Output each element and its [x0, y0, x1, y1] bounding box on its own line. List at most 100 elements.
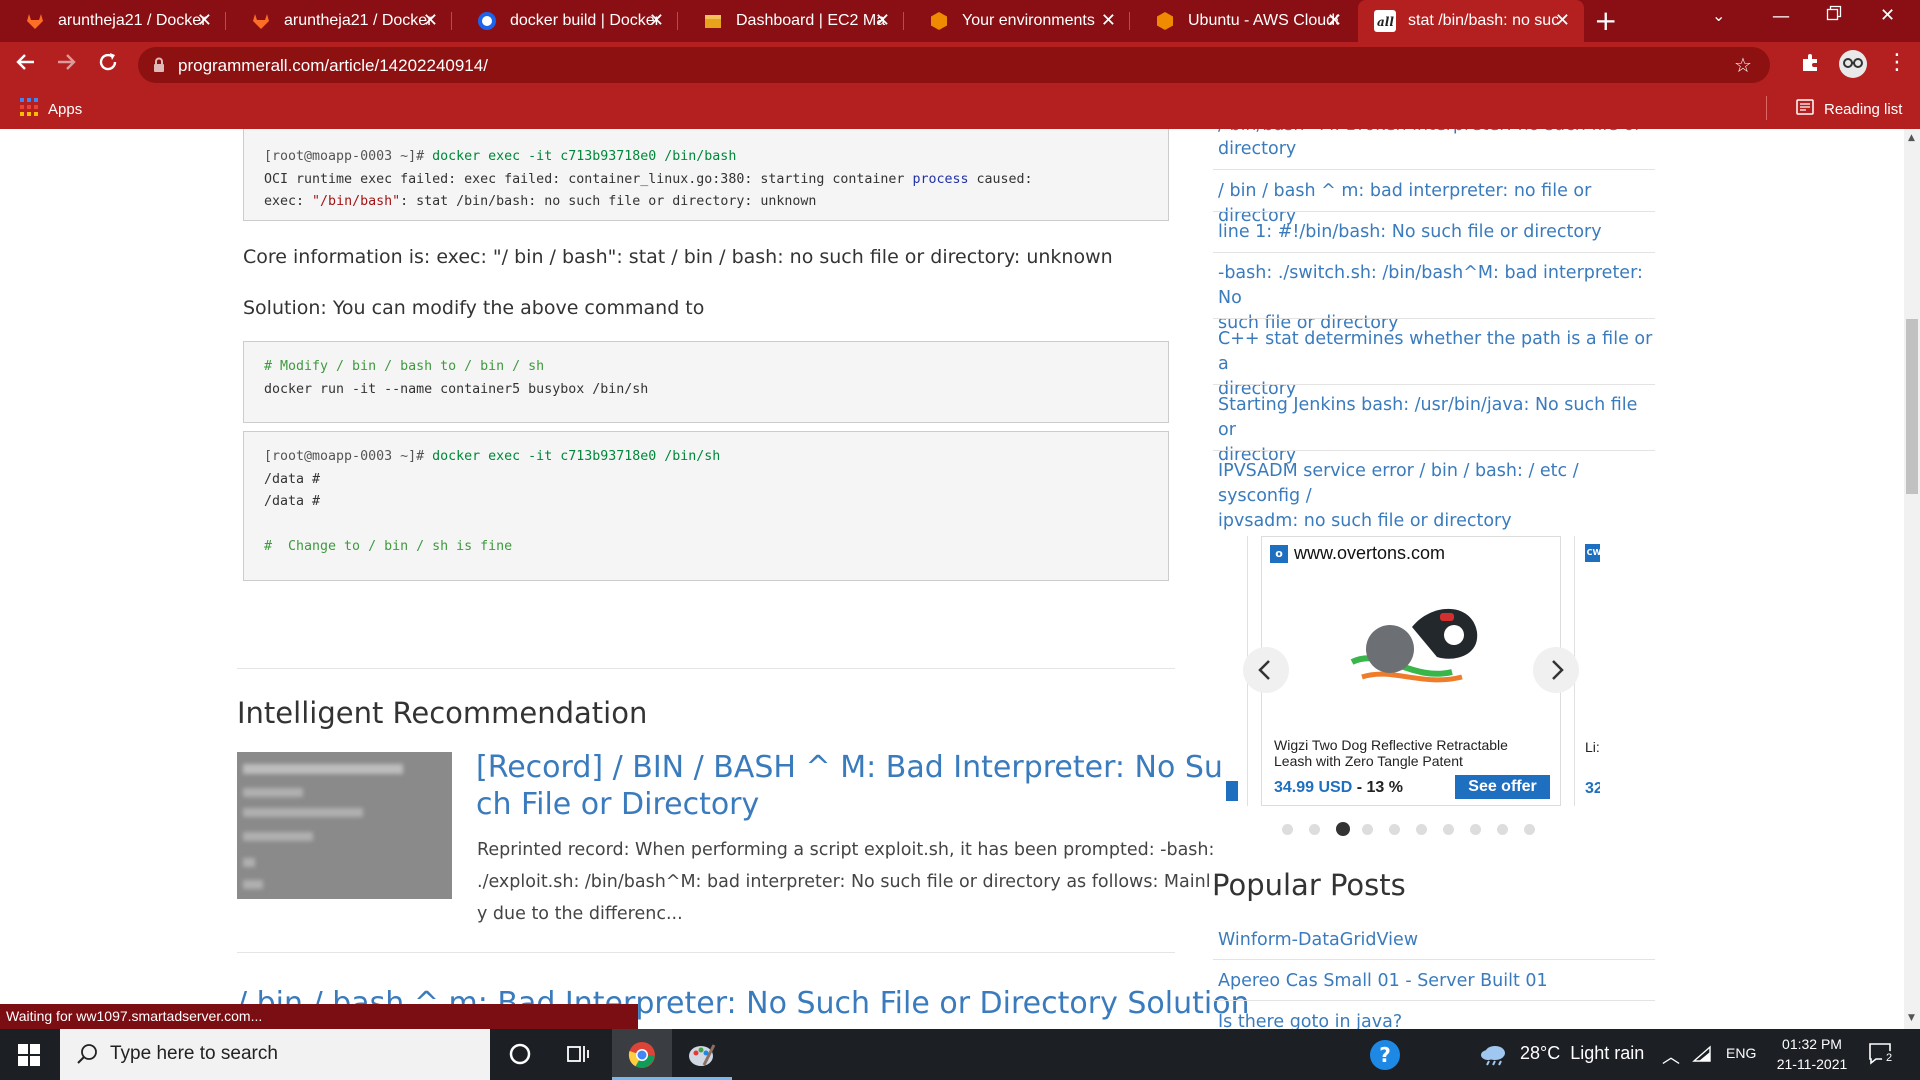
restore-button[interactable]	[1826, 5, 1842, 26]
carousel-dot[interactable]	[1389, 823, 1400, 835]
menu-kebab-icon[interactable]: ⋮	[1886, 50, 1908, 75]
notification-center-icon[interactable]: 2	[1868, 1042, 1896, 1070]
tray-chevron-up-icon[interactable]: ︿	[1662, 1043, 1680, 1069]
bookmark-star-icon[interactable]: ☆	[1734, 53, 1752, 77]
carousel-dot[interactable]	[1443, 823, 1454, 835]
tab-gitlab-2[interactable]: aruntheja21 / Docker ✕	[226, 0, 452, 42]
carousel-next-button[interactable]	[1533, 647, 1579, 693]
weather-text[interactable]: 28°C Light rain	[1520, 1043, 1644, 1064]
wifi-icon[interactable]	[1692, 1045, 1712, 1067]
close-tab-icon[interactable]: ✕	[1327, 11, 1342, 31]
section-divider	[237, 668, 1175, 669]
tab-title: stat /bin/bash: no suc	[1408, 12, 1558, 29]
tab-gitlab-1[interactable]: aruntheja21 / Docker ✕	[0, 0, 226, 42]
cortana-circle-icon[interactable]	[508, 1042, 532, 1070]
scroll-up-arrow-icon[interactable]: ▲	[1908, 133, 1915, 143]
sidebar-link[interactable]: -bash: ./switch.sh: /bin/bash^M: bad int…	[1218, 261, 1658, 336]
taskbar-search-box[interactable]: Type here to search	[60, 1029, 490, 1080]
tab-docker-docs[interactable]: docker build | Docker ✕	[452, 0, 678, 42]
tab-cloud9-environments[interactable]: Your environments ✕	[904, 0, 1130, 42]
tab-ec2-dashboard[interactable]: Dashboard | EC2 Man ✕	[678, 0, 904, 42]
reload-icon[interactable]	[96, 50, 120, 80]
tab-search-chevron-icon[interactable]: ⌄	[1712, 6, 1725, 25]
chevron-left-icon	[1258, 660, 1270, 680]
sidebar-link[interactable]: IPVSADM service error / bin / bash: / et…	[1218, 459, 1658, 534]
windows-start-icon[interactable]	[18, 1044, 40, 1070]
recommendation-description: Reprinted record: When performing a scri…	[477, 834, 1214, 930]
sidebar-link[interactable]: line 1: #!/bin/bash: No such file or dir…	[1218, 220, 1658, 245]
chevron-right-icon	[1552, 660, 1564, 680]
page-scrollbar[interactable]: ▲ ▼	[1904, 129, 1920, 1029]
lock-icon[interactable]	[152, 57, 166, 77]
carousel-dot[interactable]	[1524, 823, 1535, 835]
description-line: y due to the differenc...	[477, 904, 683, 924]
profile-avatar[interactable]	[1838, 49, 1868, 85]
carousel-dot[interactable]	[1309, 823, 1320, 835]
tab-programmerall-active[interactable]: all stat /bin/bash: no suc ✕	[1358, 0, 1584, 42]
clock[interactable]: 01:32 PM 21-11-2021	[1772, 1034, 1852, 1074]
back-arrow-icon[interactable]	[14, 50, 38, 80]
sidebar-link[interactable]: directory	[1218, 137, 1658, 162]
close-tab-icon[interactable]: ✕	[423, 11, 438, 31]
close-tab-icon[interactable]: ✕	[197, 11, 212, 31]
close-tab-icon[interactable]: ✕	[649, 11, 664, 31]
code-command: docker exec -it c713b93718e0 /bin/sh	[424, 449, 721, 464]
ad-card[interactable]: o www.overtons.com Wigzi Two Dog Reflect…	[1261, 536, 1561, 806]
ad-peek-badge	[1226, 781, 1238, 801]
ad-next-text: Li:	[1585, 739, 1600, 755]
leash-product-image[interactable]	[1342, 587, 1492, 701]
language-indicator[interactable]: ENG	[1726, 1045, 1756, 1061]
code-text: OCI runtime exec failed: exec failed: co…	[264, 171, 913, 187]
task-view-icon[interactable]	[566, 1042, 590, 1070]
recommendation-title-link[interactable]: [Record] / BIN / BASH ^ M: Bad Interpret…	[476, 749, 1223, 823]
tab-title: Dashboard | EC2 Man	[736, 12, 886, 29]
taskbar-paint-button[interactable]	[672, 1029, 732, 1080]
code-text: exec:	[264, 194, 313, 209]
carousel-dot[interactable]	[1336, 822, 1350, 836]
recommendation-title-line: ch File or Directory	[476, 787, 760, 822]
overtons-logo-icon: o	[1270, 544, 1288, 563]
minimize-button[interactable]: —	[1772, 6, 1790, 27]
carousel-dot[interactable]	[1497, 823, 1508, 835]
popular-post-link[interactable]: Apereo Cas Small 01 - Server Built 01	[1218, 969, 1658, 994]
reading-list-button[interactable]: Reading list	[1796, 99, 1902, 119]
code-keyword: process	[912, 171, 969, 187]
code-prompt: [root@moapp-0003 ~]#	[264, 449, 425, 464]
sidebar-divider	[1213, 450, 1655, 451]
new-tab-button[interactable]: +	[1594, 4, 1617, 38]
close-tab-icon[interactable]: ✕	[875, 11, 890, 31]
see-offer-button[interactable]: See offer	[1455, 775, 1550, 799]
forward-arrow-icon[interactable]	[54, 50, 78, 80]
apps-shortcut[interactable]: Apps	[20, 98, 82, 120]
ad-next-logo: CW	[1585, 544, 1600, 562]
close-window-button[interactable]: ✕	[1880, 5, 1895, 26]
web-page: [root@moapp-0003 ~]# docker exec -it c71…	[0, 129, 1904, 1029]
code-command: docker exec -it c713b93718e0 /bin/bash	[424, 149, 737, 164]
scroll-down-arrow-icon[interactable]: ▼	[1908, 1013, 1915, 1023]
sidebar-link[interactable]: Starting Jenkins bash: /usr/bin/java: No…	[1218, 393, 1658, 468]
sidebar-divider	[1213, 1000, 1655, 1001]
recommendation-title-line: [Record] / BIN / BASH ^ M: Bad Interpret…	[476, 750, 1223, 785]
carousel-dot[interactable]	[1470, 823, 1481, 835]
address-bar[interactable]: programmerall.com/article/14202240914/ ☆	[138, 47, 1770, 83]
weather-cloud-icon[interactable]	[1480, 1042, 1508, 1070]
popular-post-link[interactable]: Is there goto in java?	[1218, 1010, 1658, 1029]
carousel-dot[interactable]	[1416, 823, 1427, 835]
extensions-puzzle-icon[interactable]	[1800, 52, 1822, 80]
close-tab-icon[interactable]: ✕	[1555, 11, 1570, 31]
sidebar-link[interactable]: C++ stat determines whether the path is …	[1218, 327, 1658, 402]
apps-label: Apps	[48, 100, 83, 118]
taskbar-chrome-button[interactable]	[612, 1029, 672, 1080]
code-comment: # Change to / bin / sh is fine	[264, 539, 513, 554]
scrollbar-thumb[interactable]	[1906, 319, 1918, 494]
close-tab-icon[interactable]: ✕	[1101, 11, 1116, 31]
tab-cloud9-ubuntu[interactable]: Ubuntu - AWS Cloud9 ✕	[1130, 0, 1356, 42]
carousel-dot[interactable]	[1282, 823, 1293, 835]
sidebar-divider	[1213, 318, 1655, 319]
help-question-icon[interactable]: ?	[1370, 1040, 1400, 1070]
popular-post-link[interactable]: Winform-DataGridView	[1218, 928, 1658, 953]
carousel-dots	[1282, 822, 1551, 836]
carousel-dot[interactable]	[1362, 823, 1373, 835]
recommendation-thumbnail[interactable]	[237, 752, 452, 899]
carousel-prev-button[interactable]	[1243, 647, 1289, 693]
